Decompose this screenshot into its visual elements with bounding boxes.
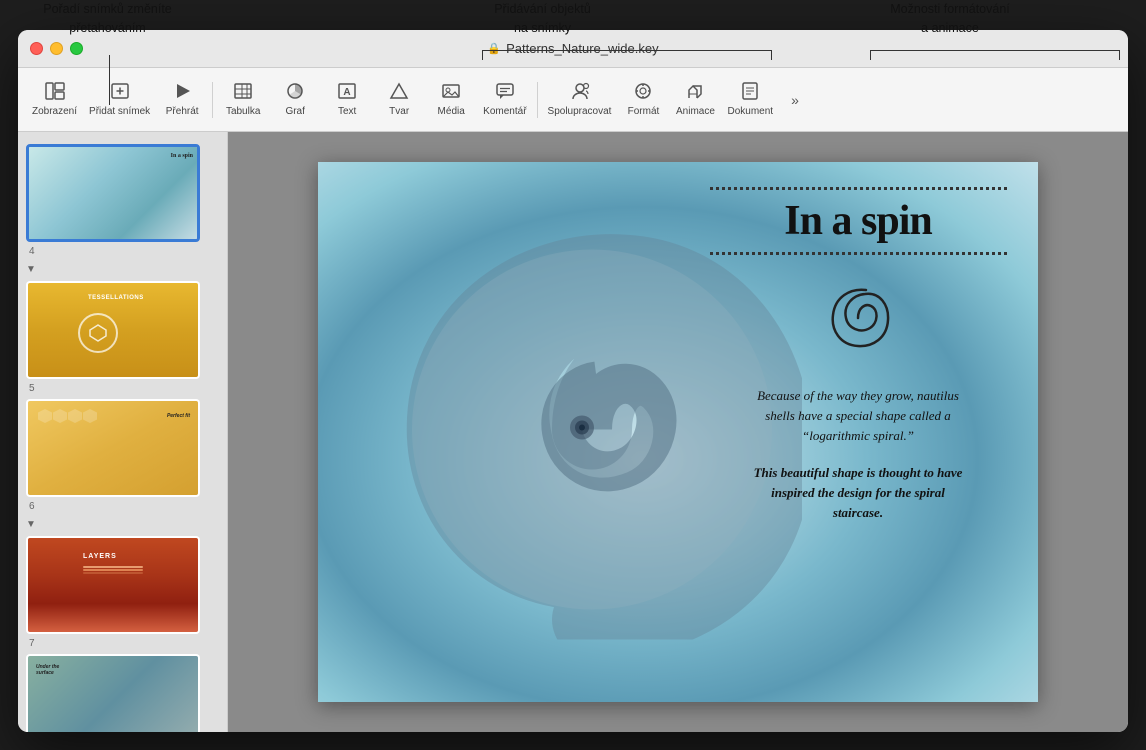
slide-number-7: 7 [26, 637, 38, 650]
slide-item-7[interactable]: LAYERS 7 [26, 536, 219, 634]
toolbar-chart[interactable]: Graf [269, 72, 321, 128]
media-icon [441, 82, 461, 103]
toolbar-add-slide[interactable]: Přidat snímek [83, 72, 156, 128]
slide-number-6: 6 [26, 500, 38, 513]
toolbar-view-label: Zobrazení [32, 106, 77, 117]
main-window: 🔒 Patterns_Nature_wide.key Zobrazení [18, 30, 1128, 732]
slide-canvas: In a spin Because of the way they grow, … [318, 162, 1038, 702]
collaborate-icon [570, 82, 590, 103]
slide-title: In a spin [784, 198, 931, 244]
text-insert-icon: A [337, 82, 357, 103]
toolbar-shape-label: Tvar [389, 106, 409, 117]
slide-body-2: This beautiful shape is thought to have … [748, 463, 968, 523]
toolbar-play-label: Přehrát [166, 106, 199, 117]
collapse-arrow-7: ▼ [26, 519, 36, 530]
toolbar-document-label: Dokument [727, 106, 773, 117]
slide-content-panel: In a spin Because of the way they grow, … [678, 162, 1038, 702]
slide-item-4[interactable]: In a spin 4 [26, 144, 219, 242]
toolbar-text-label: Text [338, 106, 356, 117]
slide-group-4: In a spin 4 [18, 144, 227, 242]
toolbar-animate[interactable]: Animace [669, 72, 721, 128]
slide-thumb-6[interactable]: Perfect fit [26, 399, 200, 497]
maximize-button[interactable] [70, 42, 83, 55]
toolbar-table-label: Tabulka [226, 106, 260, 117]
slide-thumb-8[interactable]: Under thesurface [26, 654, 200, 732]
slide-item-5[interactable]: TESSELLATIONS 5 [26, 281, 219, 379]
slide-panel[interactable]: In a spin 4 ▼ TESSELLATIONS [18, 132, 228, 732]
add-slide-icon [110, 82, 130, 103]
dotted-line-bottom [710, 252, 1007, 255]
toolbar-media-label: Média [438, 106, 465, 117]
toolbar-collaborate[interactable]: Spolupracovat [542, 72, 618, 128]
animate-icon [685, 82, 705, 103]
traffic-lights [30, 42, 83, 55]
slide-number-5: 5 [26, 382, 38, 395]
slide-thumb-7[interactable]: LAYERS [26, 536, 200, 634]
toolbar-document[interactable]: Dokument [721, 72, 779, 128]
toolbar-chart-label: Graf [285, 106, 304, 117]
toolbar-more[interactable]: » [779, 72, 811, 128]
window-title: Patterns_Nature_wide.key [506, 41, 658, 56]
minimize-button[interactable] [50, 42, 63, 55]
separator-2 [537, 82, 538, 118]
more-icon: » [791, 93, 799, 107]
slide-thumb-4[interactable]: In a spin [26, 144, 200, 242]
toolbar-add-slide-label: Přidat snímek [89, 106, 150, 117]
toolbar-comment-label: Komentář [483, 106, 526, 117]
toolbar-shape[interactable]: Tvar [373, 72, 425, 128]
toolbar: Zobrazení Přidat snímek Přehrát [18, 68, 1128, 132]
collapse-5[interactable]: ▼ [18, 262, 227, 277]
toolbar-format[interactable]: Formát [617, 72, 669, 128]
view-icon [45, 82, 65, 103]
dotted-line-top [710, 187, 1007, 190]
lock-icon: 🔒 [487, 42, 501, 55]
collapse-arrow-5: ▼ [26, 264, 36, 275]
toolbar-comment[interactable]: Komentář [477, 72, 532, 128]
format-icon [633, 82, 653, 103]
toolbar-animate-label: Animace [676, 106, 715, 117]
slide-body-1: Because of the way they grow, nautilus s… [748, 386, 968, 446]
slide-number-4: 4 [26, 245, 38, 258]
close-button[interactable] [30, 42, 43, 55]
toolbar-collaborate-label: Spolupracovat [548, 106, 612, 117]
slide-item-6[interactable]: Perfect fit 6 [26, 399, 219, 497]
table-icon [233, 82, 253, 103]
comment-icon [495, 82, 515, 103]
slide-group-5: ▼ TESSELLATIONS [18, 262, 227, 379]
main-content: In a spin 4 ▼ TESSELLATIONS [18, 132, 1128, 732]
separator-1 [212, 82, 213, 118]
canvas-area[interactable]: In a spin Because of the way they grow, … [228, 132, 1128, 732]
slide-group-6: Perfect fit 6 [18, 399, 227, 497]
slide-thumb-5[interactable]: TESSELLATIONS [26, 281, 200, 379]
title-bar: 🔒 Patterns_Nature_wide.key [18, 30, 1128, 68]
shape-icon [389, 82, 409, 103]
svg-text:A: A [344, 87, 351, 98]
chart-icon [285, 82, 305, 103]
toolbar-table[interactable]: Tabulka [217, 72, 269, 128]
toolbar-text[interactable]: A Text [321, 72, 373, 128]
toolbar-play[interactable]: Přehrát [156, 72, 208, 128]
slide-group-7: ▼ LAYERS 7 [18, 517, 227, 634]
collapse-7[interactable]: ▼ [18, 517, 227, 532]
window-title-area: 🔒 Patterns_Nature_wide.key [487, 41, 658, 56]
toolbar-media[interactable]: Média [425, 72, 477, 128]
toolbar-view[interactable]: Zobrazení [26, 72, 83, 128]
slide-group-8: Under thesurface 8 [18, 654, 227, 732]
slide-item-8[interactable]: Under thesurface 8 [26, 654, 219, 732]
spiral-decoration [813, 273, 903, 368]
play-icon [172, 82, 192, 103]
document-icon [740, 82, 760, 103]
toolbar-format-label: Formát [628, 106, 660, 117]
